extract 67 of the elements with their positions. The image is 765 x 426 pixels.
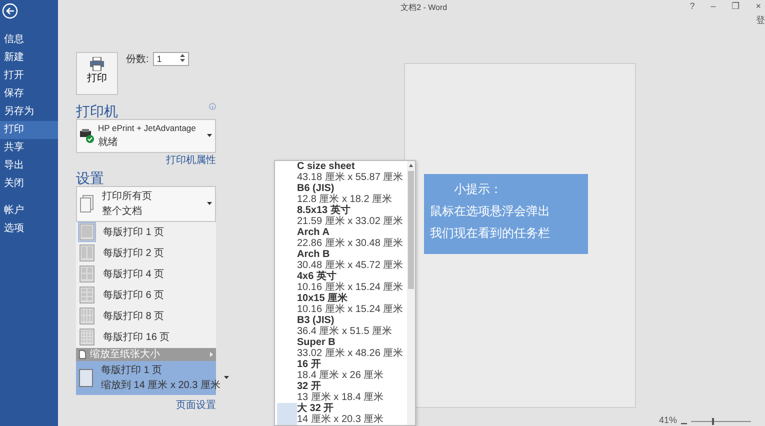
print-range-dropdown[interactable]: 打印所有页 整个文档 (76, 186, 216, 222)
paper-size-option[interactable]: 16 开 18.4 厘米 x 26 厘米 (275, 359, 407, 381)
spin-arrows-icon[interactable] (180, 53, 185, 63)
page-layout-icon (79, 328, 95, 346)
paper-size-option[interactable]: Super B 33.02 厘米 x 48.26 厘米 (275, 337, 407, 359)
sidebar-item[interactable]: 另存为 (0, 103, 58, 121)
zoom-percent: 41% (658, 414, 677, 426)
copies-spinner[interactable]: 1 (152, 52, 189, 66)
window-title: 文档2 - Word (400, 3, 448, 12)
pages-per-sheet-option[interactable]: 每版打印 2 页 (76, 242, 216, 264)
help-button[interactable]: ? (690, 0, 695, 14)
paper-size-option[interactable]: 32 开 13 厘米 x 18.4 厘米 (275, 381, 407, 403)
page-setup-link[interactable]: 页面设置 (176, 400, 216, 411)
sidebar-item[interactable]: 选项 (0, 220, 58, 238)
paper-size-option[interactable]: 8.5x13 英寸 21.59 厘米 x 33.02 厘米 (275, 205, 407, 227)
printer-ready-icon (80, 128, 94, 143)
sidebar-item[interactable]: 打印 (0, 121, 58, 139)
paper-size-option[interactable]: Arch A 22.86 厘米 x 30.48 厘米 (275, 227, 407, 249)
section-heading: 设置 (76, 170, 105, 186)
minimize-button[interactable]: – (710, 0, 716, 14)
printer-properties-link[interactable]: 打印机属性 (166, 154, 216, 166)
paper-size-option[interactable]: Arch B 30.48 厘米 x 45.72 厘米 (275, 249, 407, 271)
scrollbar[interactable] (407, 161, 415, 425)
page-icon (79, 350, 86, 359)
pages-per-sheet-option[interactable]: 每版打印 6 页 (76, 284, 216, 306)
close-button[interactable]: × (756, 0, 761, 14)
sidebar-item[interactable]: 信息 (0, 31, 58, 49)
tip-title: 小提示： (453, 181, 503, 198)
sidebar-item[interactable]: 帐户 (0, 202, 58, 220)
pages-per-sheet-option[interactable]: 每版打印 1 页 (76, 222, 216, 243)
caret-icon (224, 376, 230, 380)
page-layout-icon (79, 223, 95, 242)
tip-text: 我们现在看到的任务栏 (430, 225, 551, 242)
sidebar-item[interactable]: 共享 (0, 139, 58, 157)
caret-icon (207, 134, 212, 138)
paper-size-option[interactable]: 10x15 厘米 10.16 厘米 x 15.24 厘米 (275, 293, 407, 315)
sidebar-item[interactable]: 打开 (0, 67, 58, 85)
paper-size-option[interactable]: 大 32 开 14 厘米 x 20.3 厘米 (275, 403, 407, 425)
page-layout-icon (79, 307, 95, 326)
pages-icon (80, 194, 94, 213)
info-icon (209, 103, 216, 110)
paper-size-option[interactable]: C size sheet 43.18 厘米 x 55.87 厘米 (275, 161, 407, 183)
pages-per-sheet-option[interactable]: 每版打印 4 页 (76, 264, 216, 285)
page-layout-icon (79, 244, 95, 262)
submenu-arrow-icon (210, 352, 213, 357)
page-icon (79, 368, 93, 387)
sidebar-item[interactable]: 保存 (0, 85, 58, 103)
sidebar-item[interactable]: 新建 (0, 49, 58, 67)
restore-button[interactable]: ❐ (732, 0, 740, 14)
sidebar-item[interactable]: 导出 (0, 157, 58, 175)
section-heading: 打印机 (76, 103, 118, 119)
page-layout-icon (79, 265, 95, 284)
tip-text: 鼠标在选项悬浮会弹出 (430, 203, 551, 220)
pages-per-sheet-option[interactable]: 每版打印 16 页 (76, 326, 216, 348)
print-button[interactable]: 打印 (76, 52, 118, 95)
sidebar-item[interactable]: 关闭 (0, 175, 58, 193)
paper-size-option[interactable]: B6 (JIS) 12.8 厘米 x 18.2 厘米 (275, 183, 407, 205)
paper-size-option[interactable]: 4x6 英寸 10.16 厘米 x 15.24 厘米 (275, 271, 407, 293)
printer-icon (89, 57, 105, 71)
paper-size-option[interactable]: B3 (JIS) 36.4 厘米 x 51.5 厘米 (275, 315, 407, 337)
sign-in-link[interactable]: 登 (756, 14, 765, 24)
printer-dropdown[interactable]: HP ePrint + JetAdvantage 就绪 (76, 119, 216, 153)
caret-icon (207, 202, 212, 206)
page-layout-icon (79, 286, 95, 304)
zoom-slider[interactable] (691, 420, 751, 426)
pages-per-sheet-option[interactable]: 每版打印 8 页 (76, 306, 216, 327)
copies-label: 份数: (126, 53, 149, 67)
